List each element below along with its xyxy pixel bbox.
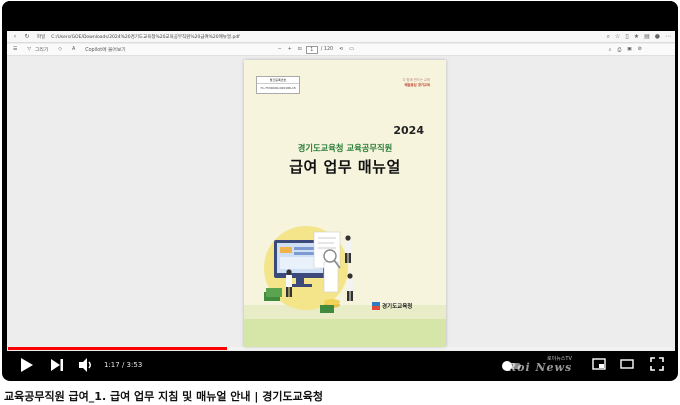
favorites-icon: ★ [633,33,640,40]
zoom-in-icon: + [287,47,292,52]
channel-watermark: Roi News [507,361,573,374]
rotate-icon: ⟲ [339,47,344,52]
time-current: 1:17 [104,361,120,369]
stamp-title: 발간등록번호 [257,77,299,84]
cover-title: 급여 업무 매뉴얼 [289,158,401,176]
browser-toolbar-icons: ⌕ ☆ ▯ ★ ▤ ● ⋯ [607,33,671,41]
zoom-icon: ⌕ [606,33,610,40]
registration-stamp: 발간등록번호 71-7530000-000186-15 [256,76,300,94]
highlight-icon: ▽ [27,47,32,52]
player-controls: 1:17 / 3:53 Roi News 로이뉴스TV [2,351,678,381]
pdf-toolbar: ☰ ▽ 그리기 ◇ A Copilot에 물어보기 − + ⊡ 1 / 120 … [7,44,675,56]
draw-label: 그리기 [35,48,49,53]
video-title: 교육공무직원 급여_1. 급여 업무 지침 및 매뉴얼 안내 | 경기도교육청 [4,390,323,403]
copilot-label: Copilot에 물어보기 [85,48,126,53]
video-frame[interactable]: ‹ ↻ 파일 C:/Users/GOE/Downloads/2024%20경기도… [7,31,675,351]
page-number-input[interactable]: 1 [305,45,318,54]
theater-icon[interactable] [620,357,634,371]
next-icon[interactable] [50,357,64,373]
progress-fill [8,347,228,350]
url-text: C:/Users/GOE/Downloads/2024%20경기도교육청%20교… [51,34,240,40]
fit-page-icon: ⊡ [297,47,302,52]
channel-watermark-small: 로이뉴스TV [547,356,572,362]
settings-icon: ⚙ [637,47,643,52]
slogan-line2: 배움중심 경기교육 [404,83,430,87]
collections-icon: ▤ [644,33,650,40]
browser-address-bar: ‹ ↻ 파일 C:/Users/GOE/Downloads/2024%20경기도… [7,31,675,43]
print-icon: ⎙ [617,47,622,53]
more-icon: ⋯ [665,33,671,40]
miniplayer-icon[interactable] [592,357,606,371]
view-icon: ▭ [349,47,354,52]
contents-icon: ☰ [13,47,18,52]
publisher-logo: 경기도교육청 [372,302,412,310]
file-label: 파일 [37,34,46,40]
volume-icon[interactable] [78,357,94,373]
publisher-emblem-icon [372,302,380,310]
text-icon: A [71,47,76,52]
cover-subtitle: 경기도교육청 교육공무직원 [297,143,393,153]
save-icon: ▣ [627,47,632,52]
time-total: 3:53 [126,361,143,369]
split-icon: ▯ [625,33,629,40]
fullscreen-icon[interactable] [650,357,664,371]
cover-illustration [264,226,353,313]
video-player[interactable]: ‹ ↻ 파일 C:/Users/GOE/Downloads/2024%20경기도… [2,1,678,381]
eraser-icon: ◇ [58,47,62,52]
play-icon[interactable] [20,357,34,373]
publisher-name: 경기도교육청 [382,304,413,310]
time-display: 1:17 / 3:53 [104,361,142,369]
star-icon: ☆ [614,33,621,40]
cover-year: 2024 [393,124,424,137]
pdf-cover-page: 발간등록번호 71-7530000-000186-15 다 함께 만드는 교육 … [244,60,446,347]
time-separator: / [119,361,127,369]
progress-bar[interactable] [8,347,672,350]
refresh-icon: ↻ [24,33,30,40]
profile-icon: ● [654,33,660,40]
page-total: / 120 [320,47,334,52]
slogan: 다 함께 만드는 교육 배움중심 경기교육 [403,78,430,88]
player-top-bar [2,1,678,31]
back-icon: ‹ [13,33,17,40]
zoom-out-icon: − [277,47,282,52]
stamp-number: 71-7530000-000186-15 [260,86,296,90]
search-icon: ⌕ [608,47,612,53]
